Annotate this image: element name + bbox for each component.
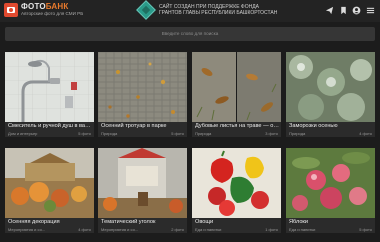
album-card[interactable]: Осенняя декорация Мероприятия и со... 4 … bbox=[5, 148, 94, 233]
album-photo-count: 4 фото bbox=[359, 131, 372, 136]
bookmark-icon[interactable] bbox=[339, 6, 348, 15]
grant-notice: САЙТ СОЗДАН ПРИ ПОДДЕРЖКЕ ФОНДА ГРАНТОВ … bbox=[159, 4, 278, 16]
album-photo-count: 4 фото bbox=[78, 227, 91, 232]
album-photo bbox=[98, 52, 187, 122]
top-bar: ФОТОБАНК Авторские фото для СМИ РБ САЙТ … bbox=[0, 0, 380, 22]
album-card[interactable]: Смеситель и ручной душ в ван... Дом и ин… bbox=[5, 52, 94, 137]
menu-icon[interactable] bbox=[366, 6, 375, 15]
album-photo bbox=[286, 148, 375, 218]
album-category[interactable]: Мероприятия и со... bbox=[8, 227, 45, 232]
album-title[interactable]: Дубовые листья на траве — ос... bbox=[195, 123, 279, 130]
album-photo-count: 2 фото bbox=[171, 227, 184, 232]
album-photo-count: 3 фото bbox=[265, 131, 278, 136]
album-card[interactable]: Яблоки Еда и напитки 5 фото bbox=[286, 148, 375, 233]
album-photo bbox=[192, 148, 281, 218]
album-photo-count: 5 фото bbox=[78, 131, 91, 136]
album-category[interactable]: Еда и напитки bbox=[195, 227, 221, 232]
album-photo-count: 1 фото bbox=[265, 227, 278, 232]
album-photo bbox=[286, 52, 375, 122]
album-category[interactable]: Природа bbox=[195, 131, 211, 136]
search-placeholder: Введите слово для поиска bbox=[161, 31, 219, 36]
site-brand[interactable]: ФОТОБАНК bbox=[21, 2, 68, 11]
album-title[interactable]: Овощи bbox=[195, 219, 279, 226]
fund-emblem-icon bbox=[136, 0, 156, 20]
album-title[interactable]: Осенняя декорация bbox=[8, 219, 92, 226]
album-category[interactable]: Природа bbox=[101, 131, 117, 136]
album-title[interactable]: Яблоки bbox=[289, 219, 373, 226]
album-card[interactable]: Тематический уголок Мероприятия и со... … bbox=[98, 148, 187, 233]
user-icon[interactable] bbox=[352, 6, 361, 15]
album-photo bbox=[98, 148, 187, 218]
album-photo bbox=[192, 52, 281, 122]
album-photo-count: 5 фото bbox=[359, 227, 372, 232]
album-title[interactable]: Осенний тротуар в парке bbox=[101, 123, 185, 130]
album-category[interactable]: Еда и напитки bbox=[289, 227, 315, 232]
album-category[interactable]: Мероприятия и со... bbox=[101, 227, 138, 232]
album-card[interactable]: Заморозки осенью Природа 4 фото bbox=[286, 52, 375, 137]
brand-subtitle: Авторские фото для СМИ РБ bbox=[21, 11, 84, 16]
album-category[interactable]: Дом и интерьер bbox=[8, 131, 37, 136]
album-photo-count: 5 фото bbox=[171, 131, 184, 136]
album-title[interactable]: Заморозки осенью bbox=[289, 123, 373, 130]
brand-part2: БАНК bbox=[45, 2, 69, 11]
album-card[interactable]: Овощи Еда и напитки 1 фото bbox=[192, 148, 281, 233]
album-photo bbox=[5, 148, 94, 218]
search-input[interactable]: Введите слово для поиска bbox=[5, 27, 375, 41]
brand-part1: ФОТО bbox=[21, 2, 46, 11]
album-title[interactable]: Смеситель и ручной душ в ван... bbox=[8, 123, 92, 130]
album-category[interactable]: Природа bbox=[289, 131, 305, 136]
album-photo bbox=[5, 52, 94, 122]
album-title[interactable]: Тематический уголок bbox=[101, 219, 185, 226]
album-card[interactable]: Осенний тротуар в парке Природа 5 фото bbox=[98, 52, 187, 137]
camera-logo-icon[interactable] bbox=[4, 3, 18, 17]
album-card[interactable]: Дубовые листья на траве — ос... Природа … bbox=[192, 52, 281, 137]
send-icon[interactable] bbox=[325, 6, 334, 15]
